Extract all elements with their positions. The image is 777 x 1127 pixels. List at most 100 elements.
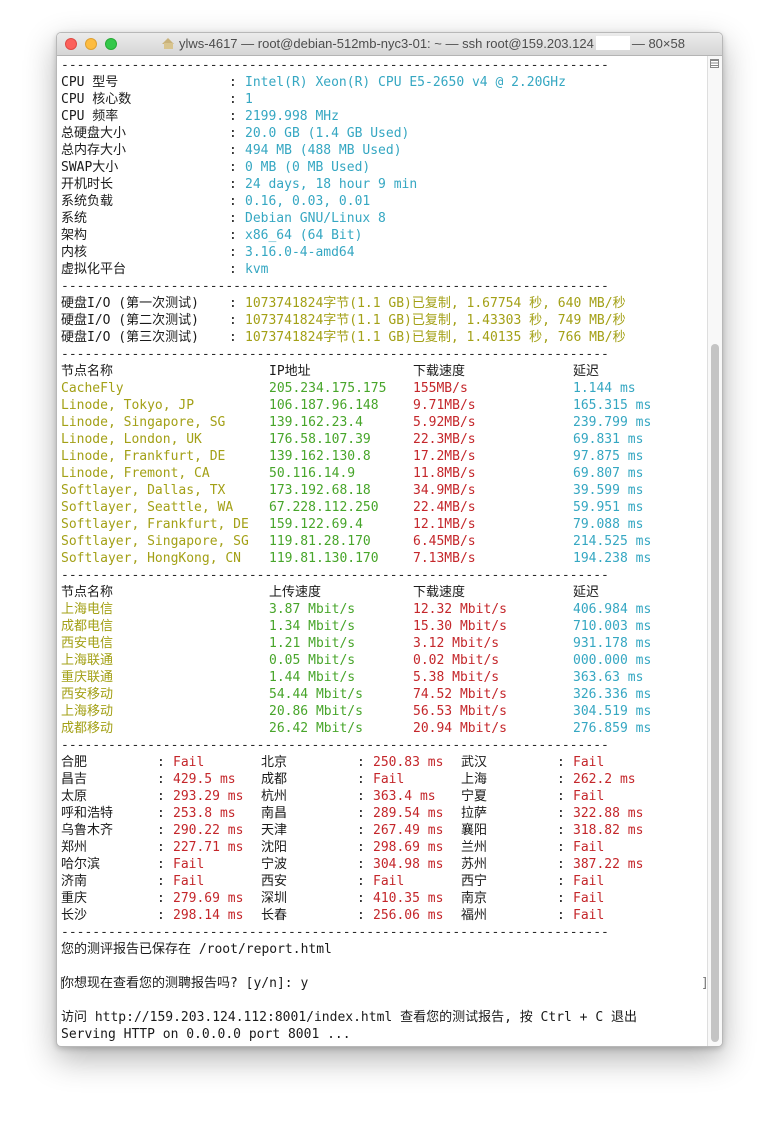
city-name: 成都 — [261, 772, 288, 787]
node-name: 上海移动 — [61, 704, 114, 719]
terminal-window: ylws-4617 — root@debian-512mb-nyc3-01: ~… — [56, 32, 723, 1047]
colon: : — [229, 211, 237, 226]
separator-text: ----------------------------------------… — [61, 347, 609, 362]
ping-value: Fail — [573, 908, 605, 923]
minimize-button[interactable] — [85, 38, 97, 50]
colon: : — [157, 891, 165, 906]
disk-io-label: 硬盘I/O (第二次测试) — [61, 313, 199, 328]
node-name: Softlayer, HongKong, CN — [61, 551, 242, 566]
colon: : — [229, 143, 237, 158]
colon: : — [357, 908, 365, 923]
latency: 59.951 ms — [573, 500, 644, 515]
latency: 239.799 ms — [573, 415, 652, 430]
disk-io-label: 硬盘I/O (第三次测试) — [61, 330, 199, 345]
ping-value: 429.5 ms — [173, 772, 236, 787]
latency: 276.859 ms — [573, 721, 652, 736]
ip-address: 173.192.68.18 — [269, 483, 371, 498]
city-name: 长春 — [261, 908, 288, 923]
colon: : — [357, 772, 365, 787]
ping-value: 363.4 ms — [373, 789, 436, 804]
latency: 69.807 ms — [573, 466, 644, 481]
ping-value: 318.82 ms — [573, 823, 644, 838]
scrollbar[interactable] — [707, 56, 722, 1046]
column-header: 节点名称 — [61, 585, 114, 600]
ping-value: Fail — [373, 772, 405, 787]
column-header: 下载速度 — [413, 364, 466, 379]
city-name: 乌鲁木齐 — [61, 823, 114, 838]
city-name: 哈尔滨 — [61, 857, 101, 872]
colon: : — [557, 755, 565, 770]
city-name: 重庆 — [61, 891, 88, 906]
ip-address: 176.58.107.39 — [269, 432, 371, 447]
colon: : — [357, 874, 365, 889]
column-header: IP地址 — [269, 364, 311, 379]
city-name: 郑州 — [61, 840, 88, 855]
node-name: Softlayer, Dallas, TX — [61, 483, 226, 498]
ping-value: Fail — [373, 874, 405, 889]
download-speed: 11.8MB/s — [413, 466, 476, 481]
node-name: 上海电信 — [61, 602, 114, 617]
node-name: 西安电信 — [61, 636, 114, 651]
title-text-end: — 80×58 — [631, 36, 685, 51]
prompt-text: 你想现在查看您的测聘报告吗? [y/n]: y — [61, 976, 309, 991]
upload-speed: 20.86 Mbit/s — [269, 704, 363, 719]
colon: : — [557, 874, 565, 889]
selection-mark: [ — [58, 976, 66, 991]
separator-text: ----------------------------------------… — [61, 738, 609, 753]
colon: : — [229, 296, 237, 311]
sysinfo-value: 24 days, 18 hour 9 min — [245, 177, 418, 192]
ping-value: 256.06 ms — [373, 908, 444, 923]
download-speed: 7.13MB/s — [413, 551, 476, 566]
node-name: Softlayer, Singapore, SG — [61, 534, 249, 549]
city-name: 武汉 — [461, 755, 488, 770]
ping-value: 253.8 ms — [173, 806, 236, 821]
ping-value: Fail — [173, 857, 205, 872]
ping-value: 298.14 ms — [173, 908, 244, 923]
ping-value: 250.83 ms — [373, 755, 444, 770]
colon: : — [229, 245, 237, 260]
title-text-start: ylws-4617 — root@debian-512mb-nyc3-01: ~… — [179, 36, 594, 51]
close-button[interactable] — [65, 38, 77, 50]
city-name: 南京 — [461, 891, 488, 906]
zoom-button[interactable] — [105, 38, 117, 50]
latency: 326.336 ms — [573, 687, 652, 702]
city-name: 济南 — [61, 874, 88, 889]
ip-address: 139.162.23.4 — [269, 415, 363, 430]
ping-value: 262.2 ms — [573, 772, 636, 787]
sysinfo-value: Debian GNU/Linux 8 — [245, 211, 386, 226]
ping-value: 387.22 ms — [573, 857, 644, 872]
node-name: Linode, Singapore, SG — [61, 415, 226, 430]
city-name: 宁波 — [261, 857, 288, 872]
city-name: 西安 — [261, 874, 288, 889]
colon: : — [229, 160, 237, 175]
column-header: 下载速度 — [413, 585, 466, 600]
sysinfo-label: 总内存大小 — [61, 143, 127, 158]
sysinfo-label: CPU 型号 — [61, 75, 119, 90]
ping-value: 267.49 ms — [373, 823, 444, 838]
upload-speed: 1.34 Mbit/s — [269, 619, 356, 634]
node-name: 成都电信 — [61, 619, 114, 634]
latency: 69.831 ms — [573, 432, 644, 447]
title-bar[interactable]: ylws-4617 — root@debian-512mb-nyc3-01: ~… — [57, 33, 722, 56]
colon: : — [229, 194, 237, 209]
scroll-thumb[interactable] — [711, 344, 719, 1042]
ip-address: 119.81.28.170 — [269, 534, 371, 549]
download-speed: 22.4MB/s — [413, 500, 476, 515]
colon: : — [157, 857, 165, 872]
scroll-menu-icon[interactable] — [710, 59, 719, 68]
latency: 165.315 ms — [573, 398, 652, 413]
city-name: 拉萨 — [461, 806, 488, 821]
city-name: 昌吉 — [61, 772, 88, 787]
city-name: 长沙 — [61, 908, 88, 923]
city-name: 天津 — [261, 823, 288, 838]
latency: 304.519 ms — [573, 704, 652, 719]
city-name: 呼和浩特 — [61, 806, 114, 821]
ip-address: 139.162.130.8 — [269, 449, 371, 464]
colon: : — [229, 262, 237, 277]
disk-io-value: 1073741824字节(1.1 GB)已复制, 1.40135 秒, 766 … — [245, 330, 626, 345]
ping-value: 322.88 ms — [573, 806, 644, 821]
city-name: 上海 — [461, 772, 488, 787]
node-name: Linode, Frankfurt, DE — [61, 449, 226, 464]
latency: 363.63 ms — [573, 670, 644, 685]
colon: : — [229, 109, 237, 124]
